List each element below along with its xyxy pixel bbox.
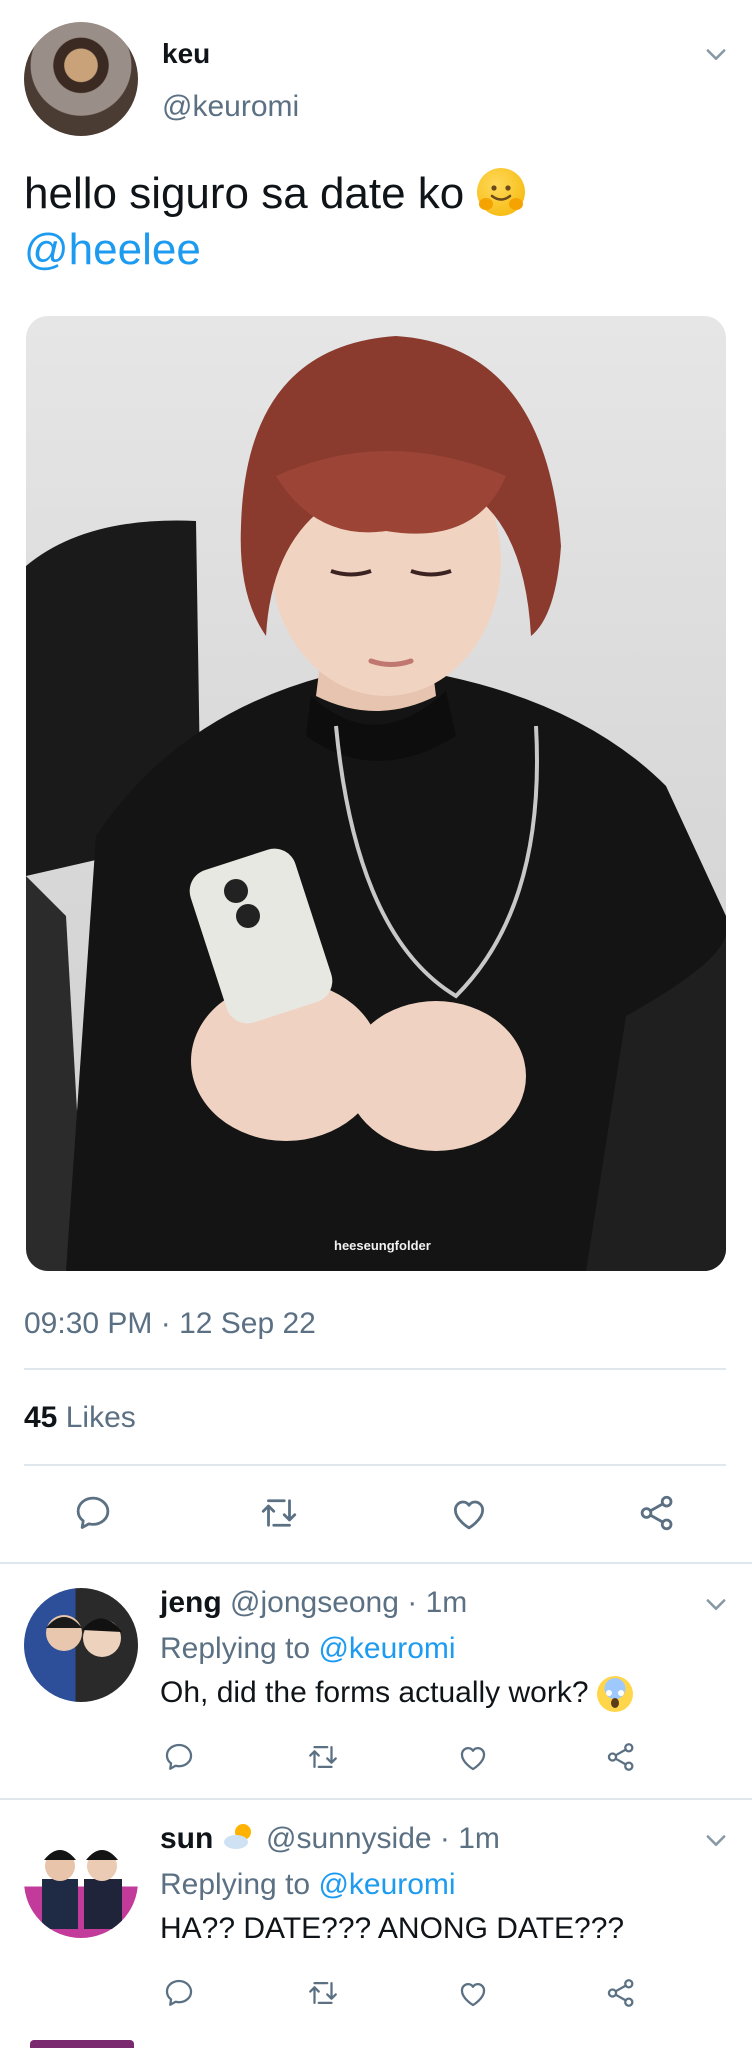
author-display-name[interactable]: keu (162, 38, 210, 70)
replying-to-link[interactable]: @keuromi (318, 1632, 455, 1665)
like-button[interactable] (456, 1740, 490, 1774)
like-button[interactable] (448, 1492, 490, 1534)
replying-to-link[interactable]: @keuromi (318, 1868, 455, 1901)
photo-watermark: heeseungfolder (334, 1238, 431, 1253)
reply-icon (76, 1496, 110, 1529)
tweet-timestamp[interactable]: 09:30 PM · 12 Sep 22 (24, 1307, 316, 1341)
reply-icon (165, 1743, 193, 1770)
likes-count: 45 (24, 1401, 58, 1434)
reply-handle[interactable]: @sunnyside (266, 1822, 432, 1855)
reply-button[interactable] (162, 1976, 196, 2010)
section-divider (0, 1562, 752, 1564)
retweet-icon (309, 1981, 337, 2005)
reply-avatar[interactable] (24, 1824, 138, 1938)
tweet-mention-link[interactable]: @heelee (24, 225, 201, 274)
retweet-button[interactable] (258, 1492, 300, 1534)
reply-avatar[interactable] (24, 1588, 138, 1702)
retweet-icon (261, 1499, 297, 1527)
replying-to: Replying to @keuromi (160, 1632, 456, 1666)
reply-text: HA?? DATE??? ANONG DATE??? (160, 1912, 624, 1946)
reply-time: · 1m (407, 1586, 468, 1619)
share-button[interactable] (636, 1492, 678, 1534)
reply-display-name[interactable]: jeng (160, 1586, 222, 1619)
reply-text-body: HA?? DATE??? ANONG DATE??? (160, 1912, 625, 1945)
heart-icon (453, 1500, 485, 1530)
reply-button[interactable] (162, 1740, 196, 1774)
replying-prefix: Replying to (160, 1868, 311, 1901)
tweet-photo[interactable]: heeseungfolder (26, 316, 726, 1271)
photo-illustration (26, 336, 726, 1271)
replying-prefix: Replying to (160, 1632, 311, 1665)
hugging-face-icon (476, 168, 525, 217)
reply-header: jeng @jongseong · 1m (160, 1586, 467, 1620)
chevron-down-icon[interactable] (702, 40, 730, 68)
retweet-button[interactable] (306, 1740, 340, 1774)
author-avatar[interactable] (24, 22, 138, 136)
retweet-button[interactable] (306, 1976, 340, 2010)
heart-icon (460, 1746, 486, 1771)
screaming-face-icon (596, 1676, 633, 1713)
reply-button[interactable] (72, 1492, 114, 1534)
chevron-down-icon[interactable] (702, 1590, 730, 1618)
share-icon (607, 1743, 634, 1771)
reply-header: sun @sunnyside · 1m (160, 1822, 500, 1856)
reply-icon (165, 1979, 193, 2006)
reply-display-name[interactable]: sun (160, 1822, 213, 1855)
reply-text-body: Oh, did the forms actually work? (160, 1676, 589, 1709)
tweet-text-body: hello siguro sa date ko (24, 169, 465, 218)
likes-label: Likes (65, 1401, 136, 1434)
share-icon (640, 1495, 673, 1531)
reply-handle[interactable]: @jongseong (230, 1586, 399, 1619)
likes-stat[interactable]: 45 Likes (24, 1401, 136, 1435)
sun-behind-cloud-icon (222, 1821, 258, 1851)
share-button[interactable] (604, 1740, 638, 1774)
section-divider (0, 1798, 752, 1800)
next-reply-avatar-partial (30, 2040, 134, 2048)
reply-time: · 1m (439, 1822, 500, 1855)
reply-text: Oh, did the forms actually work? (160, 1676, 633, 1713)
author-handle[interactable]: @keuromi (162, 90, 299, 124)
share-icon (607, 1979, 634, 2007)
divider (24, 1464, 726, 1466)
heart-icon (460, 1982, 486, 2007)
share-button[interactable] (604, 1976, 638, 2010)
divider (24, 1368, 726, 1370)
chevron-down-icon[interactable] (702, 1826, 730, 1854)
replying-to: Replying to @keuromi (160, 1868, 456, 1902)
tweet-text: hello siguro sa date ko @heelee (24, 166, 724, 278)
retweet-icon (309, 1745, 337, 1769)
like-button[interactable] (456, 1976, 490, 2010)
